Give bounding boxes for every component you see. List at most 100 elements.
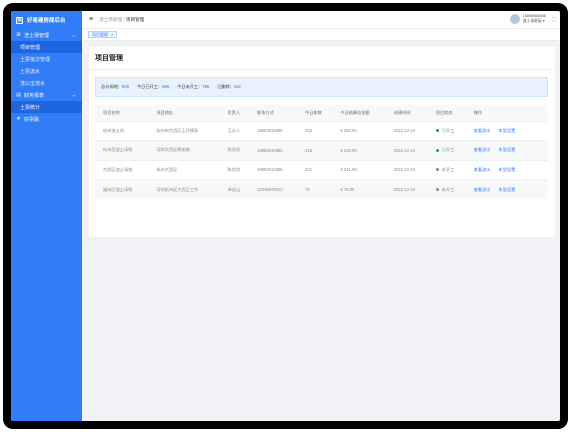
table-row: 大西区渣土场地 杭州大西区 陈欣欣 18963910685 221 ¥ 221.… bbox=[95, 159, 548, 180]
topbar: ≡ 渣土场管理 / 项目管理 15866666666 渣土场老板 ▾ ⛶ bbox=[82, 11, 560, 29]
cell-actions: 查看流水 车型设置 bbox=[465, 140, 548, 160]
cell-cars: 218 bbox=[297, 140, 333, 160]
cell-created: 2021-12-24 bbox=[385, 179, 428, 199]
menu-group-label: 渣土场管理 bbox=[24, 32, 50, 39]
status-label: 未开工 bbox=[441, 166, 455, 172]
cell-created: 2021-12-24 bbox=[385, 120, 428, 141]
cell-amount: ¥ 221.00 bbox=[332, 159, 386, 180]
breadcrumb-separator: / bbox=[123, 16, 125, 22]
col-name: 项目名称 bbox=[95, 105, 149, 121]
user-menu[interactable]: 15866666666 渣土场老板 ▾ bbox=[509, 14, 546, 24]
cell-status: 已开工 bbox=[427, 120, 466, 141]
stat-total: 总计场地：908 bbox=[101, 84, 129, 89]
sidebar-item-ticket-stats[interactable]: 土票统计 bbox=[11, 101, 82, 113]
view-flow-link[interactable]: 查看流水 bbox=[474, 147, 491, 152]
cell-status: 未开工 bbox=[427, 179, 466, 199]
stat-closed: 今日未开工：785 bbox=[177, 84, 210, 89]
menu-group-label: 好票融 bbox=[24, 116, 40, 123]
cell-amount: ¥ 218.00 bbox=[332, 140, 386, 160]
chevron-up-icon: ︿ bbox=[72, 92, 76, 97]
view-flow-link[interactable]: 查看流水 bbox=[474, 167, 491, 172]
cell-status: 未开工 bbox=[427, 159, 466, 180]
close-icon[interactable]: × bbox=[111, 32, 113, 37]
cell-cars: 78 bbox=[297, 179, 333, 199]
device-frame: 园 好易建房局后台 ⊞ 渣土场管理 ︿ 项目管理 土票批次管理 土票流水 渣公宝… bbox=[3, 3, 568, 429]
cell-address: 深圳杭州区大西王三号 bbox=[148, 179, 220, 199]
cell-owner: 单佳山 bbox=[219, 179, 249, 199]
cell-actions: 查看流水 车型设置 bbox=[465, 179, 548, 199]
status-dot bbox=[435, 187, 439, 191]
menu-group-finance[interactable]: ▤ 财务报表 ︿ bbox=[11, 89, 82, 101]
breadcrumb: 渣土场管理 / 项目管理 bbox=[99, 17, 144, 23]
breadcrumb-parent[interactable]: 渣土场管理 bbox=[99, 17, 122, 22]
tab-label: 项目管理 bbox=[92, 31, 108, 37]
gear-icon: ✲ bbox=[16, 116, 21, 122]
view-flow-link[interactable]: 查看流水 bbox=[474, 187, 491, 192]
brand-title: 好易建房局后台 bbox=[27, 18, 66, 24]
car-settings-link[interactable]: 车型设置 bbox=[499, 167, 516, 172]
chevron-up-icon: ︿ bbox=[72, 32, 76, 37]
stat-deleted: 已删除：552 bbox=[217, 84, 241, 89]
col-cars: 今日车数 bbox=[297, 105, 333, 121]
cell-phone: 18963910685 bbox=[249, 140, 298, 160]
app-screen: 园 好易建房局后台 ⊞ 渣土场管理 ︿ 项目管理 土票批次管理 土票流水 渣公宝… bbox=[11, 11, 560, 421]
tab-projects[interactable]: 项目管理 × bbox=[88, 31, 118, 38]
table-row: 杭州西渣土场地 深圳大西区朝来路 陈欣欣 18963910685 218 ¥ 2… bbox=[95, 140, 548, 160]
cell-owner: 陈欣欣 bbox=[219, 140, 249, 160]
car-settings-link[interactable]: 车型设置 bbox=[499, 128, 516, 133]
cell-name: 杭州渣土场 bbox=[95, 120, 149, 141]
menu-group-site[interactable]: ⊞ 渣土场管理 ︿ bbox=[11, 29, 82, 41]
status-dot bbox=[435, 129, 439, 133]
table-header: 项目名称 项目地址 负责人 联系方式 今日车数 今日结算总金额 创建时间 项目状… bbox=[95, 105, 548, 121]
table-row: 福州区渣土场地 深圳杭州区大西王三号 单佳山 12345678912 78 ¥ … bbox=[95, 179, 548, 199]
car-settings-link[interactable]: 车型设置 bbox=[499, 187, 516, 192]
menu-toggle-icon[interactable]: ≡ bbox=[89, 16, 93, 23]
cell-created: 2021-12-24 bbox=[385, 159, 428, 180]
cell-status: 已开工 bbox=[427, 140, 466, 160]
page-title: 项目管理 bbox=[95, 55, 123, 62]
stats-bar: 总计场地：908 今日已开工：998 今日未开工：785 已删除：552 bbox=[95, 77, 548, 97]
col-phone: 联系方式 bbox=[249, 105, 298, 121]
fullscreen-icon[interactable]: ⛶ bbox=[552, 17, 556, 23]
col-amount: 今日结算总金额 bbox=[332, 105, 386, 121]
logo-icon: 园 bbox=[16, 16, 23, 24]
cell-phone: 18963910685 bbox=[249, 159, 298, 180]
sidebar-item-ticket-flow[interactable]: 土票流水 bbox=[11, 65, 82, 77]
cell-created: 2021-12-24 bbox=[385, 140, 428, 160]
col-status: 项目状态 bbox=[427, 105, 466, 121]
status-label: 未开工 bbox=[441, 186, 455, 192]
cell-name: 大西区渣土场地 bbox=[95, 159, 149, 180]
sidebar-item-ticket-batches[interactable]: 土票批次管理 bbox=[11, 53, 82, 65]
cell-name: 福州区渣土场地 bbox=[95, 179, 149, 199]
cell-amount: ¥ 78.00 bbox=[332, 179, 386, 199]
cell-cars: 221 bbox=[297, 159, 333, 180]
status-label: 已开工 bbox=[441, 147, 455, 153]
table-row: 杭州渣土场 杭州市大西区王开模表 王志人 18963910685 202 ¥ 2… bbox=[95, 120, 548, 141]
cell-owner: 陈欣欣 bbox=[219, 159, 249, 180]
col-created: 创建时间 bbox=[385, 105, 428, 121]
cell-phone: 12345678912 bbox=[249, 179, 298, 199]
cell-address: 杭州市大西区王开模表 bbox=[148, 120, 220, 141]
breadcrumb-current: 项目管理 bbox=[125, 16, 145, 22]
cell-address: 深圳大西区朝来路 bbox=[148, 140, 220, 160]
user-info: 15866666666 渣土场老板 ▾ bbox=[523, 14, 546, 24]
main-area: ≡ 渣土场管理 / 项目管理 15866666666 渣土场老板 ▾ ⛶ 项目管… bbox=[82, 11, 560, 421]
col-actions: 操作 bbox=[465, 105, 548, 121]
brand[interactable]: 园 好易建房局后台 bbox=[11, 11, 82, 29]
status-dot bbox=[435, 148, 439, 152]
divider bbox=[89, 69, 555, 70]
car-settings-link[interactable]: 车型设置 bbox=[499, 147, 516, 152]
col-address: 项目地址 bbox=[148, 105, 220, 121]
cell-actions: 查看流水 车型设置 bbox=[465, 120, 548, 141]
status-dot bbox=[435, 168, 439, 172]
sidebar-item-gongbao-flow[interactable]: 渣公宝流水 bbox=[11, 77, 82, 89]
cell-phone: 18963910685 bbox=[249, 120, 298, 141]
project-table: 项目名称 项目地址 负责人 联系方式 今日车数 今日结算总金额 创建时间 项目状… bbox=[95, 105, 548, 199]
user-name[interactable]: 渣土场老板 ▾ bbox=[523, 19, 546, 24]
menu-group-haopiaorong[interactable]: ✲ 好票融 bbox=[11, 113, 82, 125]
sidebar-item-projects[interactable]: 项目管理 bbox=[11, 41, 82, 53]
view-flow-link[interactable]: 查看流水 bbox=[474, 128, 491, 133]
avatar[interactable] bbox=[509, 14, 520, 24]
tags-view: 项目管理 × bbox=[82, 29, 560, 41]
status-label: 已开工 bbox=[441, 127, 455, 133]
